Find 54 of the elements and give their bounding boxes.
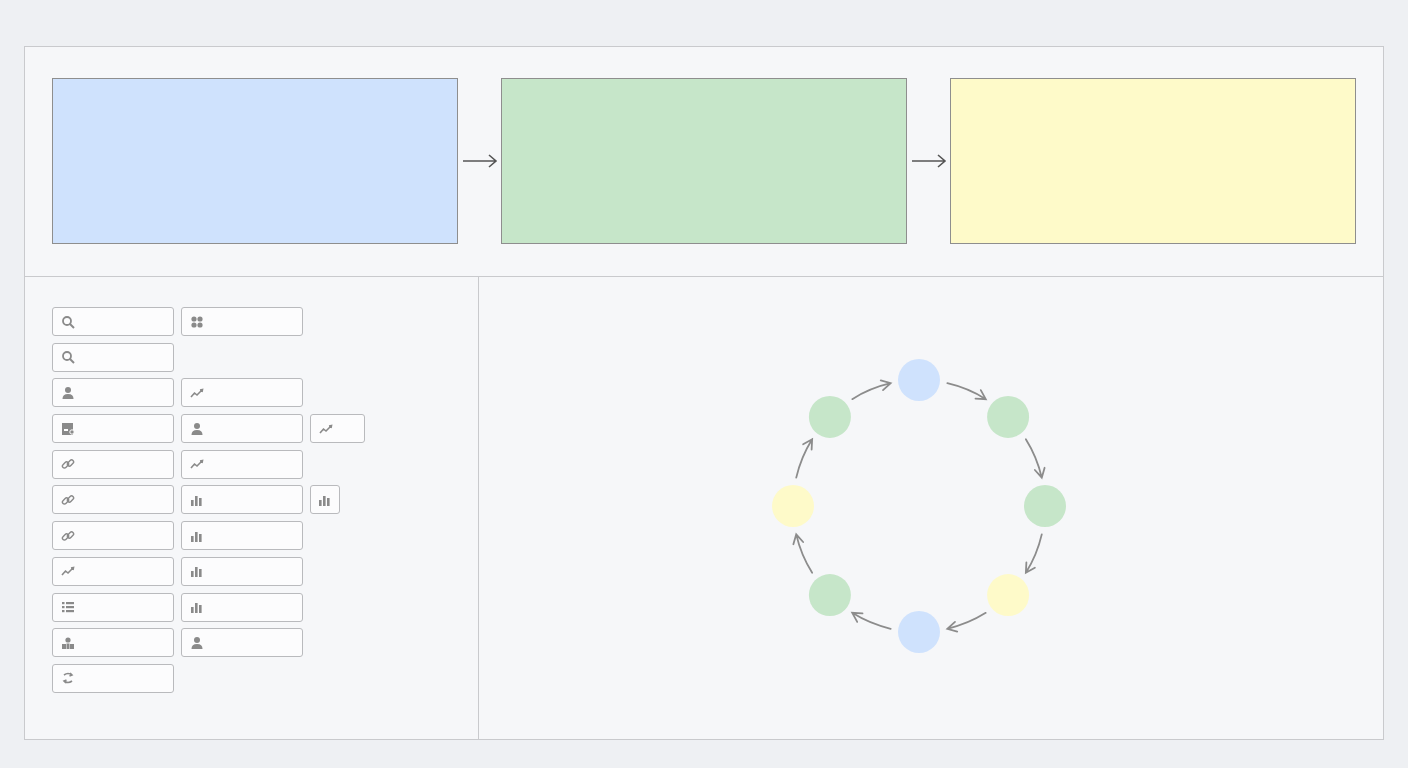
bar-chart-icon <box>191 567 202 578</box>
bar-chart-icon <box>319 495 330 506</box>
component-chip[interactable] <box>52 378 174 408</box>
swap-icon <box>63 672 73 685</box>
component-chip[interactable] <box>52 521 174 551</box>
link-icon <box>61 458 75 470</box>
bar-chart-icon <box>191 495 202 506</box>
bar-chart-icon <box>191 531 202 542</box>
component-chip[interactable] <box>181 521 303 551</box>
cycle-arrow <box>792 533 814 574</box>
link-icon <box>61 530 75 542</box>
person-icon <box>191 636 203 649</box>
cycle-arrow <box>946 611 987 633</box>
flow-arrow <box>461 154 497 168</box>
component-chip[interactable] <box>52 592 174 622</box>
component-chip[interactable] <box>52 663 174 693</box>
cycle-arrow <box>1024 438 1046 479</box>
trend-icon <box>61 566 75 577</box>
component-chip[interactable] <box>181 414 303 444</box>
search-icon <box>62 351 75 365</box>
cycle-arrow <box>1024 533 1043 574</box>
chart-document-icon <box>62 422 75 435</box>
trend-icon <box>190 459 204 470</box>
cycle-arrow <box>851 379 892 401</box>
component-chip[interactable] <box>310 485 340 515</box>
component-chip[interactable] <box>181 556 303 586</box>
flow-arrow <box>910 154 946 168</box>
component-chip[interactable] <box>181 449 303 479</box>
component-chip[interactable] <box>310 414 365 444</box>
list-icon <box>62 602 74 613</box>
component-chip[interactable] <box>52 307 174 336</box>
component-chip[interactable] <box>52 414 174 444</box>
component-chip[interactable] <box>52 449 174 479</box>
cycle-arrow <box>795 438 814 479</box>
component-chip[interactable] <box>52 485 174 515</box>
component-chip[interactable] <box>181 307 303 336</box>
trend-icon <box>319 424 333 434</box>
search-icon <box>62 315 75 329</box>
cycle-arrow <box>946 382 987 401</box>
component-chip[interactable] <box>52 628 174 658</box>
component-chip[interactable] <box>181 485 303 515</box>
people-icon <box>62 637 74 649</box>
person-icon <box>191 422 203 435</box>
link-icon <box>61 494 75 506</box>
clover-icon <box>191 315 203 328</box>
component-chip[interactable] <box>52 556 174 586</box>
component-chip[interactable] <box>52 342 174 372</box>
component-chip[interactable] <box>181 628 303 658</box>
cycle-arrow <box>851 611 892 630</box>
component-chip[interactable] <box>181 378 303 408</box>
bar-chart-icon <box>191 603 202 613</box>
component-chip[interactable] <box>181 592 303 622</box>
person-icon <box>62 386 74 399</box>
trend-icon <box>190 388 204 398</box>
